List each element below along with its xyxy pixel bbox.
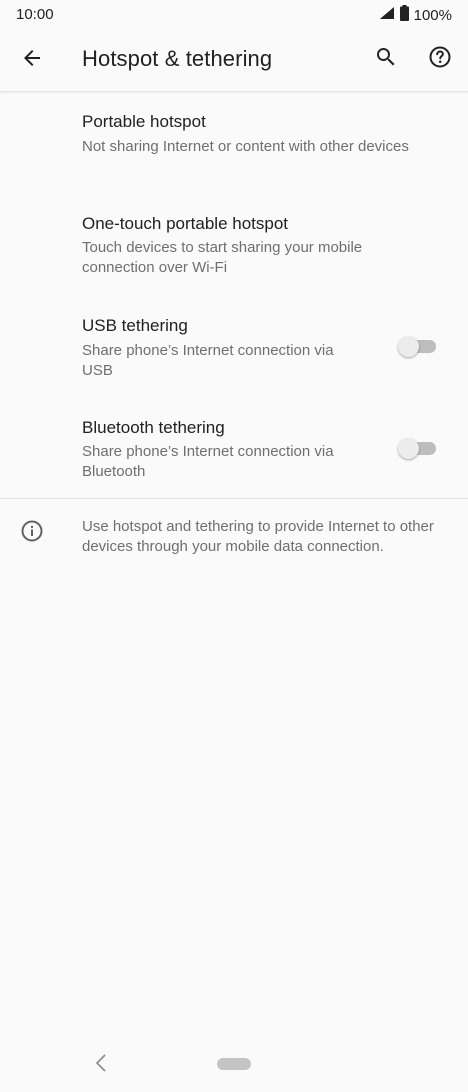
setting-portable-hotspot[interactable]: Portable hotspot Not sharing Internet or…: [0, 92, 468, 182]
setting-summary: Touch devices to start sharing your mobi…: [82, 239, 363, 276]
help-icon: [428, 45, 452, 74]
back-button[interactable]: [12, 40, 52, 80]
status-icons: 100%: [379, 4, 452, 26]
setting-title: USB tethering: [82, 316, 188, 335]
usb-tethering-switch[interactable]: [398, 334, 440, 358]
signal-icon: [379, 6, 395, 25]
status-bar: 10:00 100%: [0, 0, 468, 30]
bluetooth-tethering-switch[interactable]: [398, 436, 440, 460]
setting-summary: Share phone’s Internet connection via Bl…: [82, 443, 334, 480]
setting-usb-tethering[interactable]: USB tethering Share phone’s Internet con…: [0, 296, 468, 392]
search-button[interactable]: [366, 39, 406, 79]
battery-percent: 100%: [413, 6, 452, 24]
switch-thumb: [398, 336, 419, 357]
status-time: 10:00: [16, 6, 54, 23]
setting-title: Portable hotspot: [82, 112, 206, 131]
arrow-back-icon: [20, 46, 44, 75]
info-icon: [20, 519, 44, 543]
setting-bluetooth-tethering[interactable]: Bluetooth tethering Share phone’s Intern…: [0, 398, 468, 494]
nav-home-pill[interactable]: [217, 1058, 251, 1070]
hotspot-tethering-screen: 10:00 100% Hotspot & tethering Portable …: [0, 0, 468, 1092]
divider: [0, 498, 468, 499]
help-button[interactable]: [420, 39, 460, 79]
battery-icon: [399, 4, 409, 26]
switch-thumb: [398, 438, 419, 459]
search-icon: [374, 45, 398, 74]
setting-summary: Share phone’s Internet connection via US…: [82, 342, 334, 379]
footer-info-text: Use hotspot and tethering to provide Int…: [82, 518, 434, 555]
nav-back-icon[interactable]: [92, 1052, 110, 1074]
setting-title: Bluetooth tethering: [82, 418, 225, 437]
setting-summary: Not sharing Internet or content with oth…: [82, 138, 409, 155]
setting-title: One-touch portable hotspot: [82, 214, 289, 233]
page-title: Hotspot & tethering: [82, 46, 273, 71]
setting-one-touch-hotspot[interactable]: One-touch portable hotspot Touch devices…: [0, 194, 468, 290]
navigation-bar: [0, 1036, 468, 1092]
app-bar: Hotspot & tethering: [0, 30, 468, 92]
